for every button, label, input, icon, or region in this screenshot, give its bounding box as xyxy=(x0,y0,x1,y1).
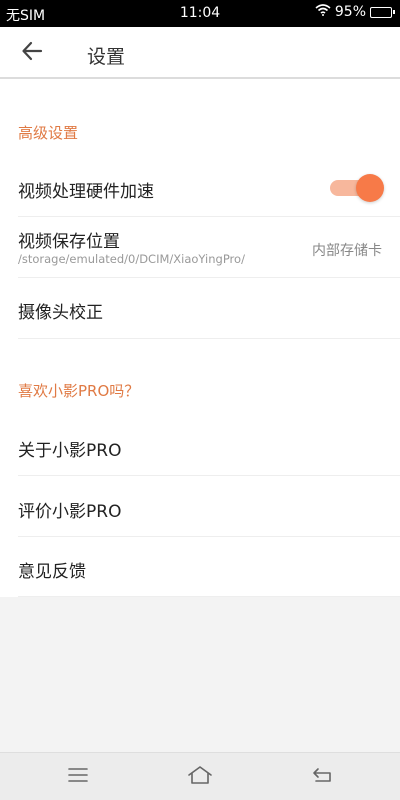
section-header-like: 喜欢小影PRO吗？ xyxy=(18,382,140,400)
app-bar: 设置 xyxy=(0,27,400,79)
about-label: 关于小影PRO xyxy=(18,441,122,461)
feedback-row[interactable]: 意见反馈 xyxy=(0,537,400,597)
system-nav-bar xyxy=(0,752,400,800)
divider xyxy=(18,596,400,597)
divider xyxy=(18,338,400,339)
back-button[interactable] xyxy=(18,39,46,67)
battery-percent: 95% xyxy=(334,4,366,20)
battery-icon xyxy=(370,6,395,18)
nav-menu-button[interactable] xyxy=(64,763,92,791)
wifi-icon xyxy=(315,4,331,20)
hardware-accel-row[interactable]: 视频处理硬件加速 xyxy=(0,160,400,217)
home-icon xyxy=(187,765,213,789)
camera-calibration-label: 摄像头校正 xyxy=(18,303,103,323)
about-row[interactable]: 关于小影PRO xyxy=(0,415,400,476)
toggle-knob xyxy=(356,174,384,202)
nav-back-button[interactable] xyxy=(308,763,336,791)
section-header-advanced: 高级设置 xyxy=(18,124,79,142)
save-location-row[interactable]: 视频保存位置 /storage/emulated/0/DCIM/XiaoYing… xyxy=(0,217,400,278)
feedback-label: 意见反馈 xyxy=(18,562,86,582)
save-location-label: 视频保存位置 xyxy=(18,232,120,252)
arrow-left-icon xyxy=(21,40,43,66)
page-title: 设置 xyxy=(87,46,126,68)
save-location-value: 内部存储卡 xyxy=(312,243,382,259)
camera-calibration-row[interactable]: 摄像头校正 xyxy=(0,278,400,339)
status-bar: 无SIM 11:04 95% xyxy=(0,0,400,27)
settings-list: 高级设置 视频处理硬件加速 视频保存位置 /storage/emulated/0… xyxy=(0,79,400,597)
nav-home-button[interactable] xyxy=(186,763,214,791)
rate-row[interactable]: 评价小影PRO xyxy=(0,476,400,537)
menu-icon xyxy=(67,766,89,788)
status-right-group: 95% xyxy=(315,4,395,20)
hardware-accel-label: 视频处理硬件加速 xyxy=(18,182,154,202)
rate-label: 评价小影PRO xyxy=(18,502,122,522)
hardware-accel-toggle[interactable] xyxy=(328,174,384,202)
save-location-path: /storage/emulated/0/DCIM/XiaoYingPro/ xyxy=(18,252,245,266)
back-icon xyxy=(311,766,333,788)
